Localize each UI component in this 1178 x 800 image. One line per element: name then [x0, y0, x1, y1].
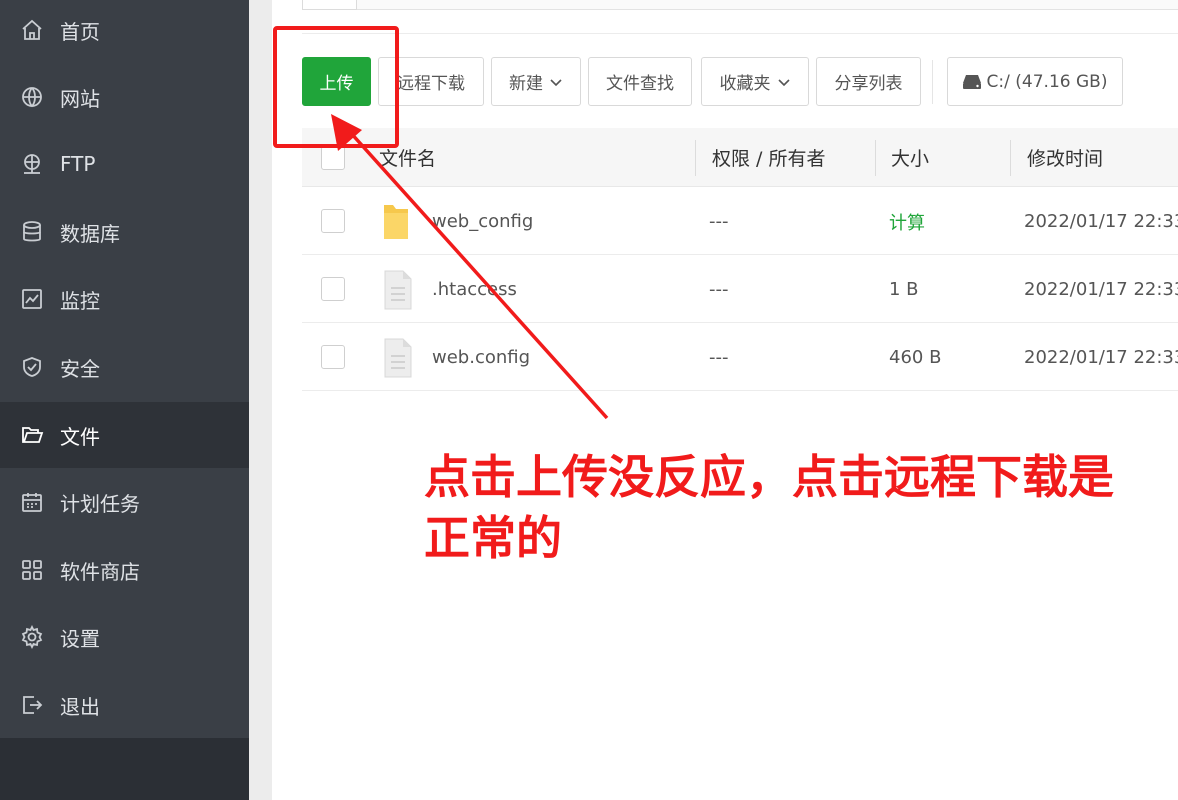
- monitor-icon: [20, 287, 44, 311]
- upload-button[interactable]: 上传: [302, 57, 371, 106]
- sidebar-item-label: 安全: [60, 356, 100, 381]
- column-divider: [695, 140, 696, 176]
- share-list-button[interactable]: 分享列表: [816, 57, 921, 106]
- sidebar-item-label: 计划任务: [60, 491, 140, 516]
- sidebar-item-database[interactable]: 数据库: [0, 199, 249, 265]
- row-checkbox[interactable]: [321, 277, 345, 301]
- annotation-text: 点击上传没反应，点击远程下载是 正常的: [424, 447, 1164, 569]
- table-row[interactable]: web.config --- 460 B 2022/01/17 22:33:: [302, 324, 1178, 391]
- file-name[interactable]: web_config: [432, 188, 533, 255]
- sidebar-item-websites[interactable]: 网站: [0, 64, 249, 130]
- apps-icon: [20, 558, 44, 582]
- sidebar-item-ftp[interactable]: FTP: [0, 131, 249, 197]
- file-permission: ---: [709, 279, 729, 300]
- sidebar-item-label: FTP: [60, 152, 96, 176]
- disk-button[interactable]: C:/ (47.16 GB): [947, 57, 1123, 106]
- file-search-button[interactable]: 文件查找: [588, 57, 692, 106]
- column-divider: [1010, 140, 1011, 176]
- column-header-size[interactable]: 大小: [891, 128, 929, 187]
- column-header-name[interactable]: 文件名: [379, 128, 436, 187]
- sidebar-item-cron[interactable]: 计划任务: [0, 469, 249, 535]
- file-table-header: 文件名 权限 / 所有者 大小 修改时间: [302, 128, 1178, 187]
- hard-drive-icon: [962, 74, 981, 89]
- sidebar-item-label: 文件: [60, 424, 100, 449]
- path-bar: [302, 0, 1178, 10]
- chevron-down-icon: [549, 75, 563, 89]
- globe-icon: [20, 85, 44, 109]
- sidebar-item-logout[interactable]: 退出: [0, 672, 249, 738]
- folder-icon: [20, 423, 44, 447]
- folder-size-calc-link[interactable]: 计算: [889, 188, 925, 255]
- sidebar-item-label: 数据库: [60, 221, 120, 246]
- file-icon: [383, 337, 413, 379]
- sidebar-item-label: 软件商店: [60, 559, 140, 584]
- file-size: 460 B: [889, 347, 942, 368]
- file-permission: ---: [709, 347, 729, 368]
- chevron-down-icon: [777, 75, 791, 89]
- sidebar-item-files[interactable]: 文件: [0, 402, 249, 468]
- gear-icon: [20, 625, 44, 649]
- path-bar-segment[interactable]: [302, 0, 357, 10]
- file-modified-time: 2022/01/17 22:33:: [1024, 279, 1178, 300]
- sidebar-item-label: 首页: [60, 19, 100, 44]
- folder-icon: [381, 201, 411, 243]
- column-header-modified[interactable]: 修改时间: [1027, 128, 1103, 187]
- annotation-line: 点击上传没反应，点击远程下载是: [424, 450, 1114, 504]
- sidebar-item-monitor[interactable]: 监控: [0, 266, 249, 332]
- logout-icon: [20, 693, 44, 717]
- sidebar-item-label: 监控: [60, 288, 100, 313]
- file-icon: [383, 269, 413, 311]
- sidebar-item-security[interactable]: 安全: [0, 334, 249, 400]
- select-all-checkbox[interactable]: [321, 146, 345, 170]
- favorites-dropdown-button[interactable]: 收藏夹: [701, 57, 809, 106]
- sidebar-item-home[interactable]: 首页: [0, 0, 249, 63]
- column-divider: [875, 140, 876, 176]
- row-checkbox[interactable]: [321, 209, 345, 233]
- table-row[interactable]: .htaccess --- 1 B 2022/01/17 22:33:: [302, 256, 1178, 323]
- shield-icon: [20, 355, 44, 379]
- ftp-icon: [20, 152, 44, 176]
- table-row[interactable]: web_config --- 计算 2022/01/17 22:33:: [302, 188, 1178, 255]
- sidebar-item-label: 退出: [60, 694, 100, 719]
- content-gutter: [249, 0, 272, 800]
- app-root: 首页 网站 FTP 数据库 监控 安全 文件 计划任务 软件商店 设置 退出 上…: [0, 0, 1178, 800]
- sidebar-footer: [0, 738, 249, 800]
- file-manager-panel: 上传 远程下载 新建 文件查找 收藏夹 分享列表 C:/ (47.16 GB) …: [272, 0, 1178, 800]
- sidebar-item-app-store[interactable]: 软件商店: [0, 537, 249, 603]
- column-header-permission[interactable]: 权限 / 所有者: [712, 128, 825, 187]
- divider: [302, 33, 1178, 34]
- file-modified-time: 2022/01/17 22:33:: [1024, 211, 1178, 232]
- file-size: 1 B: [889, 279, 919, 300]
- sidebar: 首页 网站 FTP 数据库 监控 安全 文件 计划任务 软件商店 设置 退出: [0, 0, 249, 800]
- row-checkbox[interactable]: [321, 345, 345, 369]
- new-dropdown-button[interactable]: 新建: [491, 57, 581, 106]
- remote-download-button[interactable]: 远程下载: [378, 57, 484, 106]
- sidebar-item-label: 网站: [60, 86, 100, 111]
- annotation-line: 正常的: [424, 511, 562, 565]
- calendar-icon: [20, 490, 44, 514]
- file-name[interactable]: .htaccess: [432, 256, 517, 323]
- sidebar-item-label: 设置: [60, 626, 100, 651]
- file-modified-time: 2022/01/17 22:33:: [1024, 347, 1178, 368]
- file-name[interactable]: web.config: [432, 324, 530, 391]
- sidebar-item-settings[interactable]: 设置: [0, 604, 249, 670]
- file-permission: ---: [709, 211, 729, 232]
- home-icon: [20, 18, 44, 42]
- database-icon: [20, 220, 44, 244]
- toolbar-divider: [932, 60, 933, 104]
